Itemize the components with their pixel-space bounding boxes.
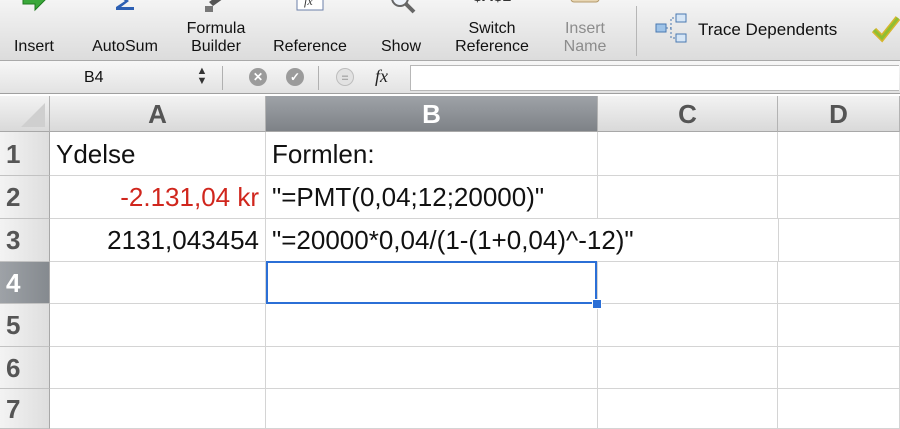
cell-b5[interactable] <box>266 304 598 347</box>
checkmark-icon[interactable] <box>872 14 900 44</box>
formula-builder-icon <box>205 0 222 12</box>
show-label: Show <box>380 38 422 55</box>
cell-a6[interactable] <box>50 347 266 389</box>
formula-input[interactable] <box>410 65 899 91</box>
cell-d5[interactable] <box>778 304 900 347</box>
cancel-icon[interactable]: ✕ <box>249 68 267 86</box>
row-header-1[interactable]: 1 <box>0 132 50 176</box>
formula-bar-separator-2 <box>318 66 319 90</box>
cell-c7[interactable] <box>598 389 778 429</box>
show-button[interactable]: Show <box>368 0 434 60</box>
magnifier-icon <box>391 0 416 14</box>
insert-name-label-1: Insert <box>564 20 605 37</box>
name-box[interactable]: B4 <box>0 64 186 90</box>
formula-builder-label-1: Formula <box>186 20 246 37</box>
fx-icon[interactable]: fx <box>375 66 388 87</box>
name-tag-icon <box>570 0 600 3</box>
formula-mode-icon[interactable]: = <box>336 68 354 86</box>
switch-reference-label-1: Switch <box>468 20 516 37</box>
fx-reference-icon: fx <box>296 0 324 11</box>
svg-text:fx: fx <box>304 0 313 8</box>
cell-d3[interactable] <box>778 219 900 262</box>
cell-d7[interactable] <box>778 389 900 429</box>
cell-d6[interactable] <box>778 347 900 389</box>
reference-label: Reference <box>273 38 347 55</box>
cell-a4[interactable] <box>50 262 266 304</box>
row-header-3[interactable]: 3 <box>0 219 50 262</box>
switch-reference-label-2: Reference <box>455 38 529 55</box>
name-box-stepper-icon[interactable]: ▲ ▼ <box>194 66 210 88</box>
formulas-ribbon: Insert AutoSum Formula Builder fx Referen… <box>0 0 900 61</box>
autosum-label: AutoSum <box>92 38 158 55</box>
cell-c5[interactable] <box>598 304 778 347</box>
insert-function-button[interactable]: Insert <box>0 0 68 60</box>
name-box-value: B4 <box>84 69 104 86</box>
trace-dependents-button[interactable]: Trace Dependents <box>650 0 862 60</box>
insert-function-label: Insert <box>13 38 54 55</box>
select-all-corner[interactable] <box>0 96 50 132</box>
insert-name-button[interactable]: Insert Name <box>548 0 622 60</box>
cell-c6[interactable] <box>598 347 778 389</box>
cell-b7[interactable] <box>266 389 598 429</box>
switch-reference-button[interactable]: $A$1 SwitchReference <box>444 0 540 60</box>
trace-dependents-icon <box>655 13 687 43</box>
insert-name-label-2: Name <box>563 38 607 55</box>
formula-bar-separator <box>222 66 223 90</box>
column-header-a[interactable]: A <box>50 96 266 132</box>
ribbon-separator <box>636 6 637 56</box>
cell-a3[interactable]: 2131,043454 <box>50 219 266 262</box>
select-all-triangle-icon <box>21 103 45 127</box>
cell-a7[interactable] <box>50 389 266 429</box>
row-header-4[interactable]: 4 <box>0 262 50 304</box>
cell-a1[interactable]: Ydelse <box>50 132 266 176</box>
column-header-b[interactable]: B <box>266 96 598 132</box>
formula-builder-button[interactable]: Formula Builder <box>176 0 256 60</box>
confirm-icon[interactable]: ✓ <box>286 68 304 86</box>
cell-d4[interactable] <box>778 262 900 304</box>
sigma-icon <box>116 0 134 10</box>
trace-dependents-label: Trace Dependents <box>698 20 838 39</box>
cell-b6[interactable] <box>266 347 598 389</box>
cell-c4[interactable] <box>598 262 778 304</box>
cell-b1[interactable]: Formlen: <box>266 132 598 176</box>
cell-c1[interactable] <box>598 132 778 176</box>
active-cell-selection[interactable] <box>266 261 597 304</box>
cell-c2[interactable] <box>598 176 778 219</box>
switch-reference-icon: $A$1 <box>462 0 522 12</box>
column-header-d[interactable]: D <box>778 96 900 132</box>
insert-function-icon <box>22 0 46 12</box>
cell-b2[interactable]: "=PMT(0,04;12;20000)" <box>266 176 598 219</box>
cell-d2[interactable] <box>778 176 900 219</box>
row-header-7[interactable]: 7 <box>0 389 50 429</box>
cell-a2[interactable]: -2.131,04 kr <box>50 176 266 219</box>
row-header-5[interactable]: 5 <box>0 304 50 347</box>
row-header-6[interactable]: 6 <box>0 347 50 389</box>
formula-bar: B4 ▲ ▼ ✕ ✓ = fx <box>0 61 900 94</box>
cell-d1[interactable] <box>778 132 900 176</box>
autosum-button[interactable]: AutoSum <box>80 0 170 60</box>
row-header-2[interactable]: 2 <box>0 176 50 219</box>
cell-a5[interactable] <box>50 304 266 347</box>
reference-button[interactable]: fx Reference <box>262 0 358 60</box>
fill-handle[interactable] <box>592 299 602 309</box>
formula-builder-label-2: Builder <box>191 38 241 55</box>
cell-b3-overflow-spacer <box>597 219 598 229</box>
cell-b3[interactable]: "=20000*0,04/(1-(1+0,04)^-12)" <box>266 219 778 262</box>
column-header-c[interactable]: C <box>598 96 778 132</box>
